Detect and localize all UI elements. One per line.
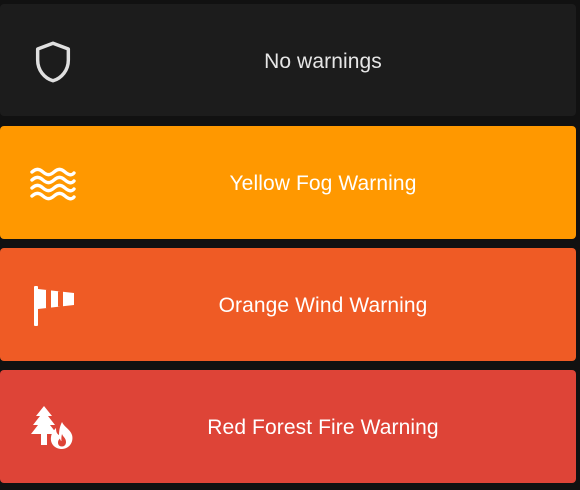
warning-label-orange-wind: Orange Wind Warning xyxy=(218,294,428,317)
warning-label-red-forest-fire: Red Forest Fire Warning xyxy=(207,416,439,439)
fog-waves-icon xyxy=(30,167,76,201)
warning-label-none: No warnings xyxy=(264,50,382,73)
warning-label-yellow-fog: Yellow Fog Warning xyxy=(229,172,417,195)
warning-card-yellow-fog[interactable]: Yellow Fog Warning xyxy=(0,126,576,239)
warning-card-none[interactable]: No warnings xyxy=(0,4,576,116)
shield-outline-icon xyxy=(35,41,71,83)
forest-fire-icon xyxy=(31,406,73,449)
warning-card-red-forest-fire[interactable]: Red Forest Fire Warning xyxy=(0,370,576,483)
warning-card-orange-wind[interactable]: Orange Wind Warning xyxy=(0,248,576,361)
windsock-icon xyxy=(34,286,74,326)
